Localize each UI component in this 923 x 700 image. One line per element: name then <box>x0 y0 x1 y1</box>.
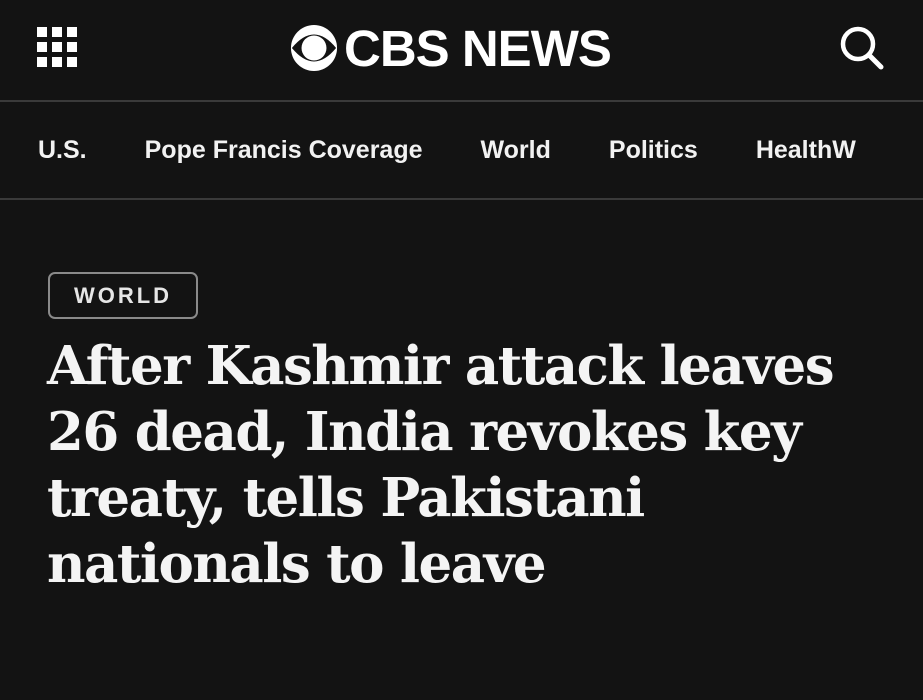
nav-item-health[interactable]: HealthW <box>756 136 856 165</box>
search-button[interactable] <box>838 24 886 72</box>
grid-menu-icon <box>37 27 47 37</box>
search-icon <box>840 26 884 70</box>
grid-menu-icon <box>67 57 77 67</box>
grid-menu-icon <box>52 42 62 52</box>
site-header: CBS NEWS <box>0 0 923 102</box>
grid-menu-icon <box>52 27 62 37</box>
page: CBS NEWS U.S. Pope Francis Coverage Worl… <box>0 0 923 700</box>
brand-name: CBS NEWS <box>344 19 612 77</box>
nav-item-world[interactable]: World <box>481 136 551 165</box>
article-headline: After Kashmir attack leaves 26 dead, Ind… <box>47 335 835 595</box>
section-tag[interactable]: WORLD <box>48 272 198 319</box>
grid-menu-icon <box>67 27 77 37</box>
nav-item-pope-francis-coverage[interactable]: Pope Francis Coverage <box>145 136 423 165</box>
nav-overflow-mask <box>885 102 923 198</box>
section-nav: U.S. Pope Francis Coverage World Politic… <box>0 102 923 200</box>
menu-button[interactable] <box>37 27 77 67</box>
grid-menu-icon <box>37 42 47 52</box>
cbs-eye-icon <box>290 24 338 72</box>
grid-menu-icon <box>52 57 62 67</box>
grid-menu-icon <box>67 42 77 52</box>
grid-menu-icon <box>37 57 47 67</box>
cbs-news-logo[interactable]: CBS NEWS <box>290 19 612 77</box>
section-nav-list: U.S. Pope Francis Coverage World Politic… <box>38 102 856 198</box>
nav-item-politics[interactable]: Politics <box>609 136 698 165</box>
nav-item-us[interactable]: U.S. <box>38 136 87 165</box>
